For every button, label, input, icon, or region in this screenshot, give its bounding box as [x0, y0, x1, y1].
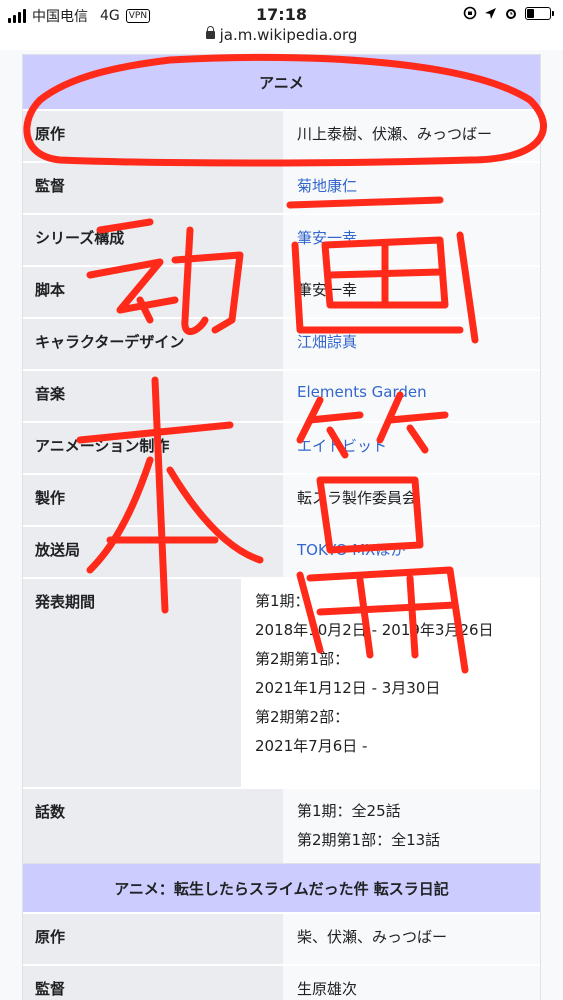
row-label: 放送局	[23, 527, 283, 577]
infobox-row-period: 発表期間 第1期： 2018年10月2日 - 2019年3月26日 第2期第1部…	[23, 577, 540, 787]
row-value: 川上泰樹、伏瀬、みっつばー	[283, 111, 540, 161]
row-label: キャラクターデザイン	[23, 319, 283, 369]
row-value-link[interactable]: 筆安一幸	[283, 215, 540, 265]
row-value: 生原雄次	[283, 966, 540, 1000]
row-value-link[interactable]: 菊地康仁	[283, 163, 540, 213]
infobox-row: 製作 転スラ製作委員会	[23, 473, 540, 525]
infobox-row: 音楽 Elements Garden	[23, 369, 540, 421]
page-content: アニメ 原作 川上泰樹、伏瀬、みっつばー 監督 菊地康仁 シリーズ構成 筆安一幸…	[0, 50, 563, 1000]
row-value: 筆安一幸	[283, 267, 540, 317]
row-label: 原作	[23, 914, 283, 964]
row-label: 発表期間	[23, 579, 241, 787]
infobox-row-episodes: 話数 第1期：全25話 第2期第1部：全13話	[23, 787, 540, 873]
period-line: 2021年1月12日 - 3月30日	[255, 679, 441, 697]
period-line: 2021年7月6日 -	[255, 737, 368, 755]
infobox-row: 原作 川上泰樹、伏瀬、みっつばー	[23, 109, 540, 161]
infobox-row: 放送局 TOKYO MXほか	[23, 525, 540, 577]
row-label: 音楽	[23, 371, 283, 421]
row-value-multiline: 第1期：全25話 第2期第1部：全13話	[283, 789, 540, 873]
row-value-link[interactable]: 江畑諒真	[283, 319, 540, 369]
row-label: シリーズ構成	[23, 215, 283, 265]
row-label: 監督	[23, 966, 283, 1000]
infobox-row: 監督 菊地康仁	[23, 161, 540, 213]
infobox-anime: アニメ 原作 川上泰樹、伏瀬、みっつばー 監督 菊地康仁 シリーズ構成 筆安一幸…	[22, 54, 541, 874]
row-value-multiline: 第1期： 2018年10月2日 - 2019年3月26日 第2期第1部： 202…	[241, 579, 540, 787]
row-value-link[interactable]: エイトビット	[283, 423, 540, 473]
address-bar[interactable]: ja.m.wikipedia.org	[0, 26, 563, 48]
infobox-header: アニメ	[23, 55, 540, 109]
battery-icon	[525, 6, 554, 20]
period-line: 第2期第2部：	[255, 708, 350, 726]
row-label: 監督	[23, 163, 283, 213]
infobox-row: 脚本 筆安一幸	[23, 265, 540, 317]
row-label: アニメーション制作	[23, 423, 283, 473]
alarm-icon	[506, 9, 516, 19]
row-value-link[interactable]: Elements Garden	[283, 371, 540, 421]
period-line: 第1期：	[255, 592, 310, 610]
row-value-link[interactable]: TOKYO MXほか	[283, 527, 540, 577]
infobox-header: アニメ：転生したらスライムだった件 転スラ日記	[23, 864, 540, 912]
row-value: 柴、伏瀬、みっつばー	[283, 914, 540, 964]
lock-icon	[205, 26, 215, 39]
infobox-row: アニメーション制作 エイトビット	[23, 421, 540, 473]
row-label: 話数	[23, 789, 283, 873]
infobox-row: 原作 柴、伏瀬、みっつばー	[23, 912, 540, 964]
infobox-row: シリーズ構成 筆安一幸	[23, 213, 540, 265]
location-icon	[485, 7, 496, 19]
infobox-anime-tensura-nikki: アニメ：転生したらスライムだった件 転スラ日記 原作 柴、伏瀬、みっつばー 監督…	[22, 863, 541, 1000]
period-line: 2018年10月2日 - 2019年3月26日	[255, 621, 494, 639]
url-text: ja.m.wikipedia.org	[219, 26, 358, 44]
orientation-lock-icon	[463, 6, 477, 20]
row-value: 転スラ製作委員会	[283, 475, 540, 525]
status-right	[463, 6, 554, 20]
row-label: 製作	[23, 475, 283, 525]
infobox-row: 監督 生原雄次	[23, 964, 540, 1000]
period-line: 第2期第1部：	[255, 650, 350, 668]
row-label: 脚本	[23, 267, 283, 317]
row-label: 原作	[23, 111, 283, 161]
episode-line: 第1期：全25話	[297, 802, 401, 820]
infobox-row: キャラクターデザイン 江畑諒真	[23, 317, 540, 369]
episode-line: 第2期第1部：全13話	[297, 831, 441, 849]
